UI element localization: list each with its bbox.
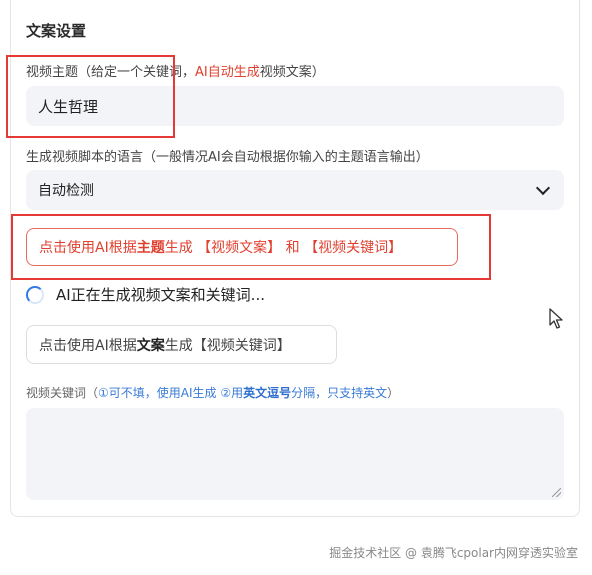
mouse-pointer-icon xyxy=(549,308,563,329)
keywords-label-suffix: ） xyxy=(387,386,400,400)
generate-from-script-bold: 文案 xyxy=(136,337,165,354)
loading-spinner-icon xyxy=(26,285,44,304)
section-title: 文案设置 xyxy=(26,22,87,40)
language-label: 生成视频脚本的语言（一般情况AI会自动根据你输入的主题语言输出） xyxy=(26,150,429,165)
loading-text: AI正在生成视频文案和关键词... xyxy=(56,286,265,304)
keywords-label-hint1: ①可不填，使用AI生成 ②用 xyxy=(98,386,244,400)
chevron-down-icon xyxy=(535,180,551,196)
keywords-label: 视频关键词（①可不填，使用AI生成 ②用英文逗号分隔，只支持英文） xyxy=(26,384,399,401)
keywords-label-prefix: 视频关键词（ xyxy=(26,386,99,400)
annotation-topic-highlight xyxy=(6,55,175,138)
annotation-generate-highlight xyxy=(11,214,491,280)
topic-label-suffix: 视频文案） xyxy=(259,65,325,80)
resize-handle-icon[interactable] xyxy=(552,488,561,497)
generate-from-script-prefix: 点击使用AI根据 xyxy=(39,337,137,354)
loading-status: AI正在生成视频文案和关键词... xyxy=(26,284,265,305)
keywords-label-hint2: 分隔，只支持英文 xyxy=(291,386,388,400)
language-select-value: 自动检测 xyxy=(38,183,94,199)
keywords-textarea[interactable] xyxy=(26,408,564,500)
watermark-text: 掘金技术社区 @ 袁腾飞cpolar内网穿透实验室 xyxy=(329,546,578,560)
generate-from-script-suffix: 生成【视频关键词】 xyxy=(164,337,291,354)
topic-label-highlight: AI自动生成 xyxy=(195,65,260,80)
generate-keywords-from-script-button[interactable]: 点击使用AI根据 文案 生成【视频关键词】 xyxy=(26,325,337,364)
language-select[interactable]: 自动检测 xyxy=(26,170,564,210)
keywords-label-bold: 英文逗号 xyxy=(243,386,292,400)
